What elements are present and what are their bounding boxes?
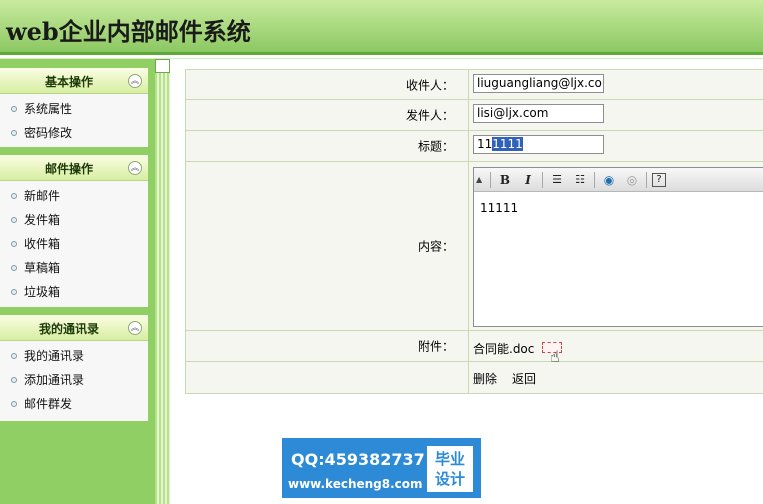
watermark-badge: 毕业 设计 — [427, 446, 473, 492]
sender-cell: lisi@ljx.com — [470, 100, 763, 130]
bullet-icon — [11, 130, 17, 136]
app-header: web企业内部邮件系统 — [0, 0, 763, 55]
rich-text-editor: ▲ B I ☰ ☷ ◉ ◎ ? 11111 — [473, 167, 763, 327]
sidebar-item-mass-mail[interactable]: 邮件群发 — [0, 392, 148, 416]
bullet-icon — [11, 353, 17, 359]
toolbar-separator — [646, 172, 647, 188]
toolbar-collapse-icon[interactable]: ▲ — [476, 171, 486, 189]
subject-selected-text: 1111 — [492, 137, 523, 151]
toolbar-separator — [490, 172, 491, 188]
bullet-icon — [11, 401, 17, 407]
subject-cell: 111111 — [470, 131, 763, 161]
watermark-url: www.kecheng8.com — [288, 477, 423, 491]
watermark-badge-line1: 毕业 — [434, 450, 465, 468]
sidebar-group-header-basic[interactable]: 基本操作 ︽ — [0, 68, 148, 94]
actions-cell: 删除 返回 — [470, 362, 763, 393]
sidebar-item-label: 新邮件 — [24, 189, 61, 203]
sidebar-item-label: 密码修改 — [24, 126, 73, 140]
sidebar-item-label: 添加通讯录 — [24, 373, 85, 387]
sidebar-item-label: 收件箱 — [24, 237, 61, 251]
sidebar-group-contacts: 我的通讯录 ︽ 我的通讯录 添加通讯录 邮件群发 — [0, 315, 148, 421]
watermark-banner: QQ:459382737 www.kecheng8.com 毕业 设计 — [282, 438, 481, 498]
toolbar-separator — [542, 172, 543, 188]
sidebar-group-mail: 邮件操作 ︽ 新邮件 发件箱 收件箱 草稿箱 垃圾箱 — [0, 155, 148, 307]
sidebar-item-drafts[interactable]: 草稿箱 — [0, 256, 148, 280]
collapse-icon[interactable]: ︽ — [128, 321, 142, 335]
editor-content[interactable]: 11111 — [474, 193, 763, 326]
bullet-icon — [11, 377, 17, 383]
collapse-icon[interactable]: ︽ — [128, 74, 142, 88]
bullet-icon — [11, 241, 17, 247]
attachment-file-link[interactable]: 合同能.doc — [473, 340, 534, 357]
sidebar-splitter[interactable] — [155, 59, 170, 504]
content-label: 内容： — [186, 162, 469, 330]
recipient-cell: liuguangliang@ljx.com — [470, 70, 763, 99]
bullet-icon — [11, 193, 17, 199]
sidebar-item-system-properties[interactable]: 系统属性 — [0, 97, 148, 121]
attachment-cell: 合同能.doc ☝ — [470, 331, 763, 366]
sender-label: 发件人： — [186, 100, 469, 130]
subject-row: 标题： 111111 — [186, 131, 763, 162]
collapse-icon[interactable]: ︽ — [128, 161, 142, 175]
sidebar-toggle-button[interactable] — [155, 59, 170, 73]
sender-input[interactable]: lisi@ljx.com — [473, 104, 604, 123]
sidebar-item-label: 我的通讯录 — [24, 349, 85, 363]
actions-label-cell — [186, 362, 469, 393]
sidebar: 基本操作 ︽ 系统属性 密码修改 邮件操作 ︽ 新邮件 发件箱 收件箱 草稿箱 … — [0, 59, 155, 504]
watermark-badge-line2: 设计 — [434, 470, 465, 488]
back-button[interactable]: 返回 — [512, 370, 536, 387]
sidebar-item-trash[interactable]: 垃圾箱 — [0, 280, 148, 304]
sidebar-group-header-contacts[interactable]: 我的通讯录 ︽ — [0, 315, 148, 341]
bullet-icon — [11, 217, 17, 223]
sidebar-group-title: 我的通讯录 — [38, 322, 99, 336]
content-row: 内容： ▲ B I ☰ ☷ ◉ ◎ ? 11111 — [186, 162, 763, 331]
bold-icon[interactable]: B — [496, 171, 514, 189]
toolbar-separator — [594, 172, 595, 188]
subject-text: 11 — [477, 137, 493, 151]
recipient-label: 收件人： — [186, 70, 469, 99]
link-icon[interactable]: ◉ — [600, 171, 618, 189]
bullet-icon — [11, 106, 17, 112]
content-cell: ▲ B I ☰ ☷ ◉ ◎ ? 11111 — [470, 162, 763, 330]
sidebar-item-new-mail[interactable]: 新邮件 — [0, 184, 148, 208]
sidebar-item-label: 垃圾箱 — [24, 285, 61, 299]
actions-row: 删除 返回 — [186, 362, 763, 394]
subject-label: 标题： — [186, 131, 469, 161]
subject-input[interactable]: 111111 — [473, 135, 604, 154]
unordered-list-icon[interactable]: ☷ — [571, 171, 589, 189]
recipient-input[interactable]: liuguangliang@ljx.com — [473, 74, 604, 93]
attachment-row: 附件： 合同能.doc ☝ — [186, 331, 763, 366]
sidebar-item-label: 发件箱 — [24, 213, 61, 227]
bullet-icon — [11, 265, 17, 271]
unlink-icon[interactable]: ◎ — [623, 171, 641, 189]
sidebar-group-header-mail[interactable]: 邮件操作 ︽ — [0, 155, 148, 181]
sidebar-group-basic: 基本操作 ︽ 系统属性 密码修改 — [0, 68, 148, 147]
sidebar-group-title: 邮件操作 — [44, 162, 93, 176]
help-icon[interactable]: ? — [652, 173, 666, 187]
italic-icon[interactable]: I — [519, 171, 537, 189]
sidebar-item-label: 草稿箱 — [24, 261, 61, 275]
sidebar-item-inbox[interactable]: 收件箱 — [0, 232, 148, 256]
sidebar-item-outbox[interactable]: 发件箱 — [0, 208, 148, 232]
sidebar-item-add-contact[interactable]: 添加通讯录 — [0, 368, 148, 392]
recipient-row: 收件人： liuguangliang@ljx.com — [186, 70, 763, 100]
sidebar-group-title: 基本操作 — [44, 75, 93, 89]
sidebar-item-label: 邮件群发 — [24, 397, 73, 411]
sender-row: 发件人： lisi@ljx.com — [186, 100, 763, 131]
editor-toolbar: ▲ B I ☰ ☷ ◉ ◎ ? — [474, 168, 763, 192]
watermark-qq: QQ:459382737 — [291, 450, 425, 469]
bullet-icon — [11, 289, 17, 295]
sidebar-item-my-contacts[interactable]: 我的通讯录 — [0, 344, 148, 368]
ordered-list-icon[interactable]: ☰ — [548, 171, 566, 189]
sidebar-item-change-password[interactable]: 密码修改 — [0, 121, 148, 145]
app-title: web企业内部邮件系统 — [6, 17, 251, 46]
mail-detail-form: 收件人： liuguangliang@ljx.com 发件人： lisi@ljx… — [185, 69, 763, 394]
sidebar-item-label: 系统属性 — [24, 102, 73, 116]
delete-button[interactable]: 删除 — [473, 370, 497, 387]
attachment-label: 附件： — [186, 331, 469, 361]
